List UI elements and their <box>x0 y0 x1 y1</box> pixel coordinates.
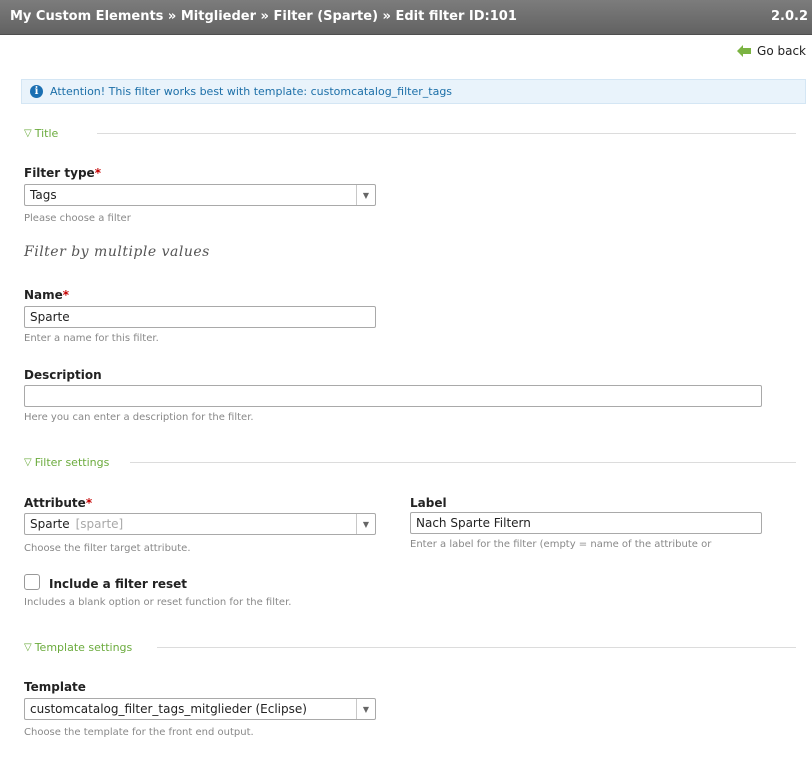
section-toggle-template-settings[interactable]: ▽ Template settings <box>24 640 132 654</box>
arrow-left-icon <box>737 45 752 57</box>
description-input[interactable] <box>24 385 762 407</box>
section-toggle-filter-settings[interactable]: ▽ Filter settings <box>24 455 109 469</box>
section-toggle-title[interactable]: ▽ Title <box>24 126 58 140</box>
label-field-label: Label <box>410 496 447 510</box>
filter-type-hint: Please choose a filter <box>24 213 131 224</box>
name-label: Name* <box>24 288 70 302</box>
filter-reset-checkbox[interactable] <box>24 574 40 590</box>
filter-subtitle: Filter by multiple values <box>24 244 210 260</box>
section-template-settings-label: Template settings <box>34 640 133 654</box>
section-title-label: Title <box>34 126 59 140</box>
triangle-down-icon: ▽ <box>24 641 32 653</box>
label-hint: Enter a label for the filter (empty = na… <box>410 539 712 550</box>
template-hint: Choose the template for the front end ou… <box>24 727 254 738</box>
attention-notice: i Attention! This filter works best with… <box>21 79 806 104</box>
chevron-down-icon: ▼ <box>356 699 375 719</box>
go-back-link[interactable]: Go back <box>737 44 806 58</box>
section-divider <box>97 133 796 134</box>
description-hint: Here you can enter a description for the… <box>24 412 254 423</box>
attribute-hint: Choose the filter target attribute. <box>24 543 191 554</box>
section-filter-settings-label: Filter settings <box>34 455 110 469</box>
attribute-label: Attribute* <box>24 496 93 510</box>
version-label: 2.0.2 <box>770 9 808 24</box>
name-input[interactable]: Sparte <box>24 306 376 328</box>
filter-type-label: Filter type* <box>24 166 101 180</box>
section-divider <box>157 647 796 648</box>
template-value: customcatalog_filter_tags_mitglieder (Ec… <box>30 702 307 716</box>
go-back-label: Go back <box>757 44 806 58</box>
chevron-down-icon: ▼ <box>356 514 375 534</box>
attribute-value: Sparte <box>30 517 70 531</box>
chevron-down-icon: ▼ <box>356 185 375 205</box>
attention-text: Attention! This filter works best with t… <box>50 85 453 98</box>
name-hint: Enter a name for this filter. <box>24 333 159 344</box>
filter-reset-hint: Includes a blank option or reset functio… <box>24 597 292 608</box>
attribute-alias: [sparte] <box>75 517 124 531</box>
template-label: Template <box>24 680 86 694</box>
attribute-select[interactable]: Sparte [sparte] ▼ <box>24 513 376 535</box>
filter-reset-label[interactable]: Include a filter reset <box>49 577 187 591</box>
triangle-down-icon: ▽ <box>24 456 32 468</box>
info-icon: i <box>30 85 43 98</box>
triangle-down-icon: ▽ <box>24 127 32 139</box>
template-select[interactable]: customcatalog_filter_tags_mitglieder (Ec… <box>24 698 376 720</box>
filter-type-value: Tags <box>30 188 57 202</box>
filter-type-select[interactable]: Tags ▼ <box>24 184 376 206</box>
description-label: Description <box>24 368 102 382</box>
breadcrumb-title: My Custom Elements » Mitglieder » Filter… <box>10 9 517 24</box>
label-input[interactable]: Nach Sparte Filtern <box>410 512 762 534</box>
section-divider <box>130 462 796 463</box>
page-header: My Custom Elements » Mitglieder » Filter… <box>0 0 812 35</box>
